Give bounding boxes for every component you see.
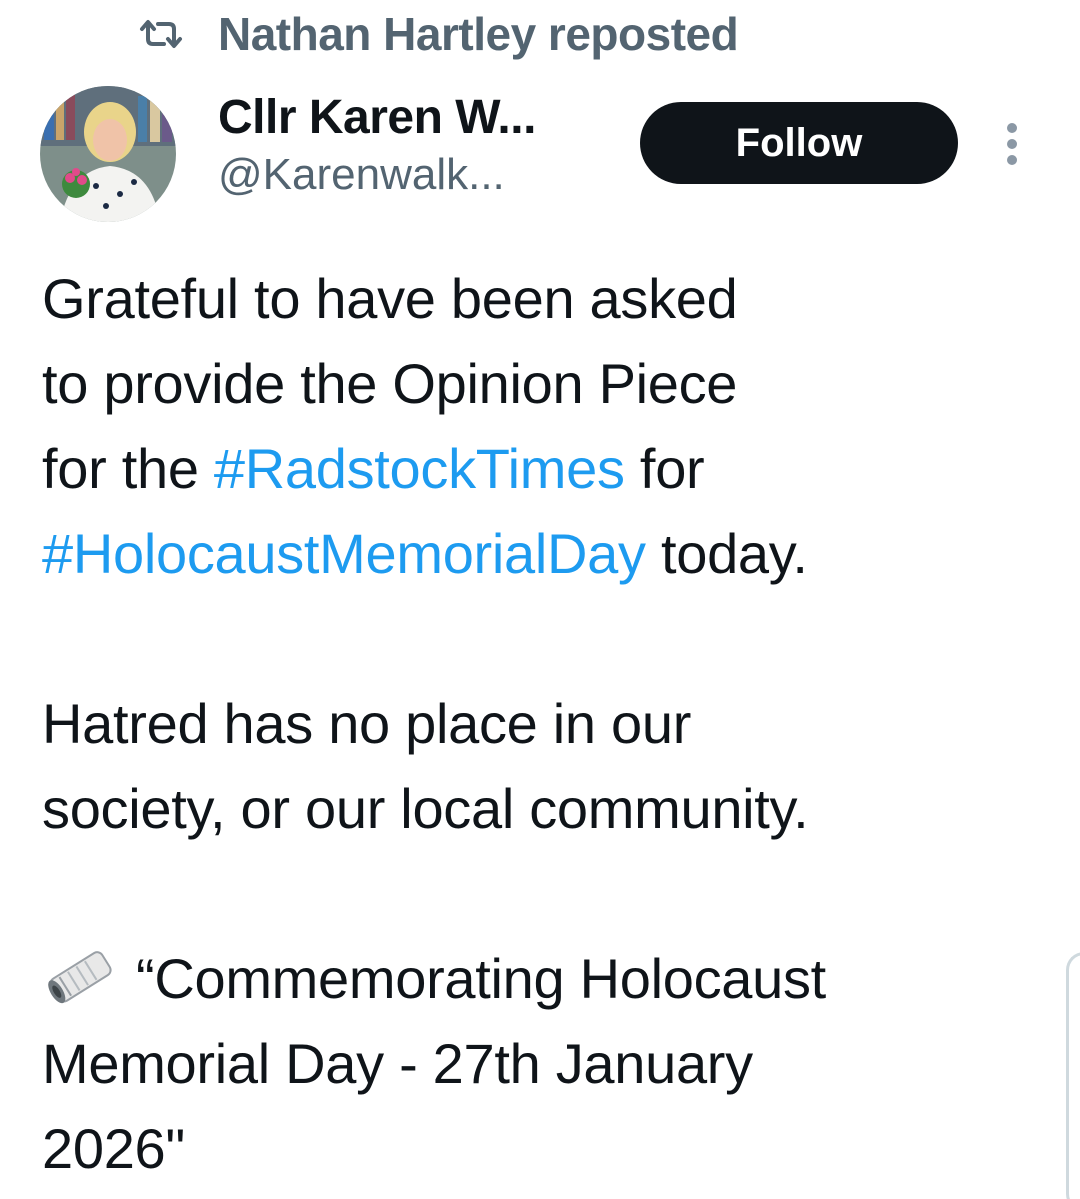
hashtag-link-holocaustmemorialday[interactable]: #HolocaustMemorialDay: [42, 522, 646, 585]
tweet-line: society, or our local community.: [42, 777, 809, 840]
avatar[interactable]: [40, 86, 176, 222]
repost-icon: [140, 20, 182, 48]
paragraph-break: [42, 851, 1042, 936]
adjacent-card-edge: [1066, 952, 1080, 1199]
tweet-text-segment: today.: [645, 522, 808, 585]
tweet-line: “Commemorating Holocaust: [42, 936, 1042, 1021]
tweet-line: #HolocaustMemorialDay today.: [42, 511, 1042, 596]
follow-button[interactable]: Follow: [640, 102, 958, 184]
repost-header[interactable]: Nathan Hartley reposted: [138, 6, 739, 62]
tweet-line: for the #RadstockTimes for: [42, 426, 1042, 511]
more-options-icon[interactable]: [1000, 120, 1024, 168]
tweet-text-segment: for: [624, 437, 705, 500]
repost-label: Nathan Hartley reposted: [218, 8, 739, 60]
author-display-name[interactable]: Cllr Karen W...: [218, 90, 536, 145]
author-handle[interactable]: @Karenwalk...: [218, 150, 505, 200]
tweet-line: to provide the Opinion Piece: [42, 352, 738, 415]
tweet-line: Grateful to have been asked: [42, 267, 738, 330]
tweet-text-segment: for the: [42, 437, 214, 500]
tweet-line: Hatred has no place in our: [42, 692, 692, 755]
tweet-line: Memorial Day - 27th January: [42, 1032, 753, 1095]
tweet-line: 2026": [42, 1117, 185, 1180]
paragraph-break: [42, 596, 1042, 681]
rolled-newspaper-icon: [48, 951, 112, 1004]
tweet-text: Grateful to have been asked to provide t…: [42, 256, 1042, 1191]
tweet-text-segment: “Commemorating Holocaust: [136, 947, 826, 1010]
avatar-image: [40, 86, 176, 222]
hashtag-link-radstocktimes[interactable]: #RadstockTimes: [214, 437, 625, 500]
